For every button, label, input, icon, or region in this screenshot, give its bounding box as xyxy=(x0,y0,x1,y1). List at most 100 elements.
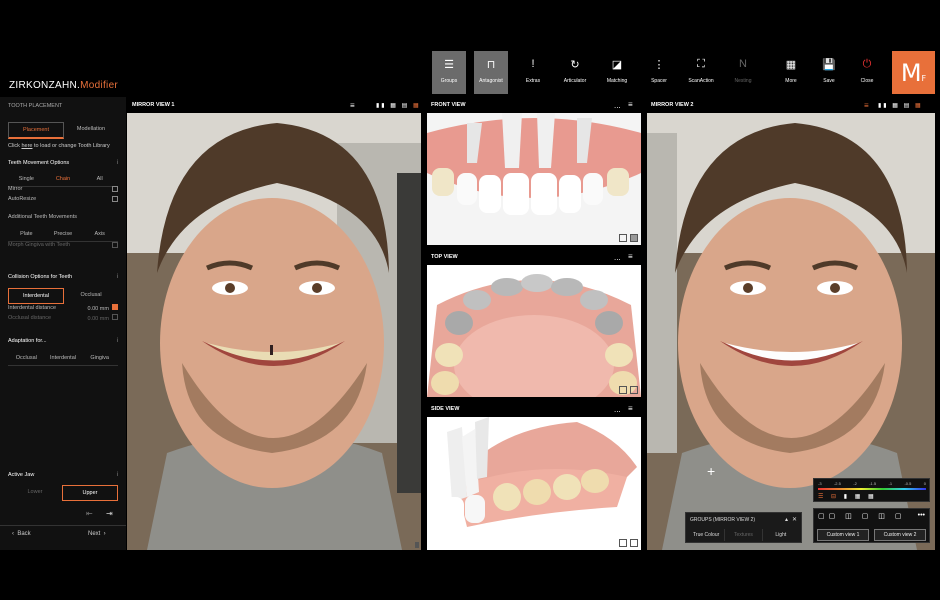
view-toggle-icon[interactable] xyxy=(630,386,638,394)
mode-interdental[interactable]: Interdental xyxy=(8,288,64,304)
toolbar-matching-button[interactable]: ◪ Matching xyxy=(600,51,634,94)
toolbar-label: Articulator xyxy=(563,78,587,84)
side-more-icon[interactable]: ... xyxy=(614,405,621,414)
adapt-occlusal[interactable]: Occlusal xyxy=(8,351,45,365)
toolbar-close-button[interactable]: ⏻ Close xyxy=(850,51,884,94)
back-button[interactable]: ‹ Back xyxy=(12,531,31,537)
toolbar-save-button[interactable]: 💾 Save xyxy=(812,51,846,94)
side-view[interactable] xyxy=(427,417,641,550)
mirror-checkbox[interactable] xyxy=(112,186,118,192)
collision-modes: Interdental Occlusal xyxy=(8,288,118,304)
toolbar-label: ScanAction xyxy=(688,78,714,84)
light-option[interactable]: Light xyxy=(763,529,799,541)
power-icon: ⏻ xyxy=(862,57,872,70)
collapse-icon[interactable]: ▴ xyxy=(785,516,788,523)
tab-placement[interactable]: Placement xyxy=(8,122,64,139)
scale-tick: -1.5 xyxy=(869,481,877,486)
mode-precise[interactable]: Precise xyxy=(45,227,82,241)
top-menu-icon[interactable]: ≡ xyxy=(628,252,633,261)
morph-checkbox[interactable] xyxy=(112,242,118,248)
toolbar-more-button[interactable]: ▦ More xyxy=(774,51,808,94)
spacer-icon: ⋮ xyxy=(653,58,665,71)
top-view-title: TOP VIEW xyxy=(431,254,458,260)
info-icon[interactable]: i xyxy=(117,160,118,166)
mode-occlusal[interactable]: Occlusal xyxy=(64,288,118,304)
toolbar-label: Close xyxy=(860,78,874,84)
menu-lines-icon: ☰ xyxy=(444,58,454,71)
mode-single[interactable]: Single xyxy=(8,172,45,186)
matching-icon: ◪ xyxy=(611,58,623,71)
toolbar-articulator-button[interactable]: ↻ Articulator xyxy=(558,51,592,94)
front-more-icon[interactable]: ... xyxy=(614,101,621,110)
view-toggle-icon[interactable] xyxy=(630,539,638,547)
view-toggle-icon[interactable] xyxy=(619,386,627,394)
view-toggle-icon[interactable] xyxy=(630,234,638,242)
occlusal-value[interactable]: 0.00 xyxy=(88,316,99,322)
groups-popup-title: GROUPS (MIRROR VIEW 2) xyxy=(690,517,756,523)
toolbar-extras-button[interactable]: ! Extras xyxy=(516,51,550,94)
textures-option[interactable]: Textures xyxy=(725,529,763,541)
scale-tick: 0 xyxy=(923,481,926,486)
toolbar-antagonist-button[interactable]: ⊓ Antagonist xyxy=(474,51,508,94)
front-menu-icon[interactable]: ≡ xyxy=(628,100,633,109)
toolbar-label: More xyxy=(785,78,797,84)
crosshair-cursor-icon: + xyxy=(707,463,716,479)
undo-icon[interactable]: ⇤ xyxy=(86,509,93,518)
collision-title: Collision Options for Teeth xyxy=(8,274,73,280)
occlusal-checkbox[interactable] xyxy=(112,314,118,320)
toolbar-groups-button[interactable]: ☰ Groups xyxy=(432,51,466,94)
view-toggle-icon[interactable] xyxy=(619,234,627,242)
mode-axis[interactable]: Axis xyxy=(81,227,118,241)
library-hint: Click here to load or change Tooth Libra… xyxy=(8,143,110,149)
adapt-gingiva[interactable]: Gingiva xyxy=(81,351,118,365)
toolbar-spacer-button[interactable]: ⋮ Spacer xyxy=(642,51,676,94)
adapt-interdental[interactable]: Interdental xyxy=(45,351,82,365)
toolbar-label: Save xyxy=(823,78,835,84)
scale-gradient xyxy=(818,488,926,490)
close-icon[interactable]: ✕ xyxy=(792,516,797,523)
jaw-lower[interactable]: Lower xyxy=(8,485,62,501)
tab-modellation[interactable]: Modellation xyxy=(64,122,118,139)
side-view-title: SIDE VIEW xyxy=(431,406,460,412)
interdental-value[interactable]: 0.00 xyxy=(88,306,99,312)
info-icon[interactable]: i xyxy=(117,338,118,344)
mode-plate[interactable]: Plate xyxy=(8,227,45,241)
more-dots-icon[interactable]: ••• xyxy=(918,512,925,519)
layout-icons[interactable]: ▮▮ ▦ ▤ ▦ xyxy=(376,102,421,109)
adaptation-modes: Occlusal Interdental Gingiva xyxy=(8,351,118,366)
toolbar-label: Nesting xyxy=(734,78,752,84)
scale-tool-icons[interactable]: ☰ ⊟ ▮ ▦ ▦ xyxy=(818,493,877,500)
autoresize-checkbox[interactable] xyxy=(112,196,118,202)
menu-icon[interactable]: ≡ xyxy=(350,101,355,110)
front-view[interactable] xyxy=(427,113,641,245)
more-icon: ▦ xyxy=(785,58,797,71)
view-layout-icons[interactable]: ▢▢ ◫ ▢ ◫ ▢ xyxy=(818,512,905,520)
menu-icon[interactable]: ≡ xyxy=(864,101,869,110)
library-link[interactable]: here xyxy=(21,143,32,149)
top-more-icon[interactable]: ... xyxy=(614,253,621,262)
additional-modes: Plate Precise Axis xyxy=(8,227,118,242)
scale-tick: -2 xyxy=(853,481,857,486)
autoresize-label: AutoResize xyxy=(8,196,37,202)
custom-view-2-button[interactable]: Custom view 2 xyxy=(874,529,926,541)
toolbar-scanaction-button[interactable]: ⛶ ScanAction xyxy=(684,51,718,94)
toolbar-nesting-button[interactable]: N Nesting xyxy=(726,51,760,94)
mode-all[interactable]: All xyxy=(81,172,118,186)
export-icon[interactable]: ⇥ xyxy=(106,509,113,518)
side-menu-icon[interactable]: ≡ xyxy=(628,404,633,413)
top-view[interactable] xyxy=(427,265,641,397)
groups-popup: GROUPS (MIRROR VIEW 2) ▴ ✕ True Colour T… xyxy=(685,512,802,543)
mirror-label: Mirror xyxy=(8,186,23,192)
scroll-handle[interactable] xyxy=(415,542,419,548)
info-icon[interactable]: i xyxy=(117,274,118,280)
true-colour-option[interactable]: True Colour xyxy=(688,529,726,541)
next-button[interactable]: Next › xyxy=(88,531,106,537)
view-toggle-icon[interactable] xyxy=(619,539,627,547)
layout-icons[interactable]: ▮▮ ▦ ▤ ▦ xyxy=(878,102,923,109)
mirror-view-1[interactable] xyxy=(127,113,421,550)
custom-view-1-button[interactable]: Custom view 1 xyxy=(817,529,869,541)
jaw-upper[interactable]: Upper xyxy=(62,485,118,501)
interdental-checkbox[interactable] xyxy=(112,304,118,310)
mode-chain[interactable]: Chain xyxy=(45,172,82,186)
info-icon[interactable]: i xyxy=(117,472,118,478)
